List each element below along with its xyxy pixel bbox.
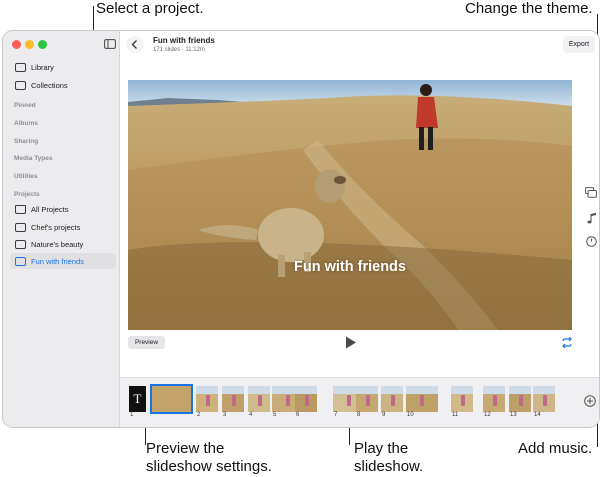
- frame-number: 2: [197, 412, 201, 418]
- thumbnail-figure: [492, 395, 497, 406]
- sidebar-section-sharing[interactable]: Sharing: [14, 138, 38, 145]
- photo-library-icon: [15, 62, 26, 72]
- music-note-icon[interactable]: [587, 212, 597, 224]
- slide-thumbnail[interactable]: [222, 386, 244, 412]
- sidebar-item-label: Fun with friends: [31, 256, 84, 266]
- thumbnail-figure: [257, 395, 262, 406]
- back-button[interactable]: [126, 36, 144, 53]
- sidebar-section-utilities[interactable]: Utilities: [14, 173, 37, 180]
- sidebar-item-label: Chef's projects: [31, 222, 81, 232]
- callout-play-line2: slideshow.: [354, 458, 424, 475]
- callout-add-music: Add music.: [518, 440, 593, 457]
- frame-number: 7: [334, 412, 338, 418]
- frame-number: 6: [296, 412, 300, 418]
- thumbnail-figure: [304, 395, 309, 406]
- title-card-glyph: T: [133, 391, 142, 406]
- callout-preview-line2: slideshow settings.: [146, 458, 272, 475]
- slideshow-icon: [15, 222, 26, 232]
- thumbnail-figure: [346, 395, 351, 406]
- sidebar-item-fun-with-friends[interactable]: Fun with friends: [10, 253, 116, 269]
- callout-preview-line1: Preview the: [146, 440, 225, 457]
- frame-number: 13: [510, 412, 517, 418]
- frame-number: 9: [382, 412, 386, 418]
- frame-number: 3: [223, 412, 227, 418]
- sidebar-item-chefs-projects[interactable]: Chef's projects: [10, 219, 116, 235]
- slide-thumbnail[interactable]: [509, 386, 531, 412]
- photos-window: Library Collections Pinned Albums Sharin…: [2, 30, 600, 428]
- slide-thumbnail[interactable]: [533, 386, 555, 412]
- sidebar-section-pinned[interactable]: Pinned: [14, 102, 36, 109]
- main-area: Fun with friends 171 slides · 11:12m Exp…: [104, 31, 599, 427]
- sidebar-section-media-types[interactable]: Media Types: [14, 155, 53, 162]
- slide-thumbnail[interactable]: [483, 386, 505, 412]
- thumbnail-figure: [542, 395, 547, 406]
- repeat-icon[interactable]: [561, 337, 573, 348]
- sidebar-item-natures-beauty[interactable]: Nature's beauty: [10, 236, 116, 252]
- callout-change-theme: Change the theme.: [465, 0, 593, 17]
- close-button[interactable]: [12, 40, 21, 49]
- filmstrip: T 1 2 3 4 5 6 7 8 9 10 11 12 13 14: [120, 377, 599, 427]
- frame-number: 12: [484, 412, 491, 418]
- thumbnail-figure: [390, 395, 395, 406]
- project-title: Fun with friends: [153, 36, 215, 45]
- sidebar-item-label: Library: [31, 62, 54, 72]
- slide-thumbnail[interactable]: [451, 386, 473, 412]
- slide-photo: [128, 80, 572, 330]
- thumbnail-figure: [365, 395, 370, 406]
- frame-number: 10: [407, 412, 414, 418]
- duration-clock-icon[interactable]: [586, 236, 597, 247]
- sidebar-toggle-icon[interactable]: [104, 39, 116, 49]
- slide-thumbnail[interactable]: [295, 386, 317, 412]
- thumbnail-figure: [231, 395, 236, 406]
- frame-number: 1: [130, 412, 134, 418]
- slide-thumbnail[interactable]: [381, 386, 403, 412]
- slide-thumbnail[interactable]: [356, 386, 378, 412]
- export-button[interactable]: Export: [563, 36, 595, 53]
- zoom-button[interactable]: [38, 40, 47, 49]
- title-card-thumbnail[interactable]: T: [129, 386, 146, 412]
- sidebar-item-label: Collections: [31, 80, 68, 90]
- sidebar-section-projects[interactable]: Projects: [14, 191, 40, 198]
- sidebar-item-label: Nature's beauty: [31, 239, 84, 249]
- frame-number: 11: [452, 412, 459, 418]
- callout-select-project: Select a project.: [96, 0, 204, 17]
- thumbnail-figure: [205, 395, 210, 406]
- frame-number: 4: [249, 412, 253, 418]
- slideshow-icon: [15, 239, 26, 249]
- themes-icon[interactable]: [585, 187, 597, 198]
- sidebar-item-label: All Projects: [31, 204, 69, 214]
- thumbnail-figure: [518, 395, 523, 406]
- slide-thumbnail[interactable]: [406, 386, 438, 412]
- frame-number: 5: [273, 412, 277, 418]
- frame-number: 8: [357, 412, 361, 418]
- sidebar: Library Collections Pinned Albums Sharin…: [3, 31, 120, 427]
- collections-icon: [15, 80, 26, 90]
- play-icon[interactable]: [345, 336, 357, 349]
- frame-number: 14: [534, 412, 541, 418]
- chevron-left-icon: [131, 40, 137, 49]
- projects-icon: [15, 204, 26, 214]
- add-slide-icon[interactable]: [584, 395, 596, 407]
- minimize-button[interactable]: [25, 40, 34, 49]
- project-subtitle: 171 slides · 11:12m: [153, 47, 205, 53]
- callout-play-line1: Play the: [354, 440, 409, 457]
- sidebar-section-albums[interactable]: Albums: [14, 120, 38, 127]
- toolbar: Fun with friends 171 slides · 11:12m Exp…: [104, 31, 599, 59]
- selected-slide-thumbnail[interactable]: [150, 384, 193, 414]
- sidebar-item-library[interactable]: Library: [10, 59, 116, 75]
- preview-button[interactable]: Preview: [128, 336, 165, 349]
- thumbnail-figure: [286, 395, 291, 406]
- slide-thumbnail[interactable]: [196, 386, 218, 412]
- slide-preview: Fun with friends: [128, 80, 572, 330]
- slide-thumbnail[interactable]: [248, 386, 270, 412]
- sidebar-item-all-projects[interactable]: All Projects: [10, 201, 116, 217]
- slideshow-icon: [15, 256, 26, 266]
- sidebar-item-collections[interactable]: Collections: [10, 77, 116, 93]
- thumbnail-figure: [420, 395, 425, 406]
- thumbnail-figure: [460, 395, 465, 406]
- slide-title-overlay: Fun with friends: [294, 259, 406, 275]
